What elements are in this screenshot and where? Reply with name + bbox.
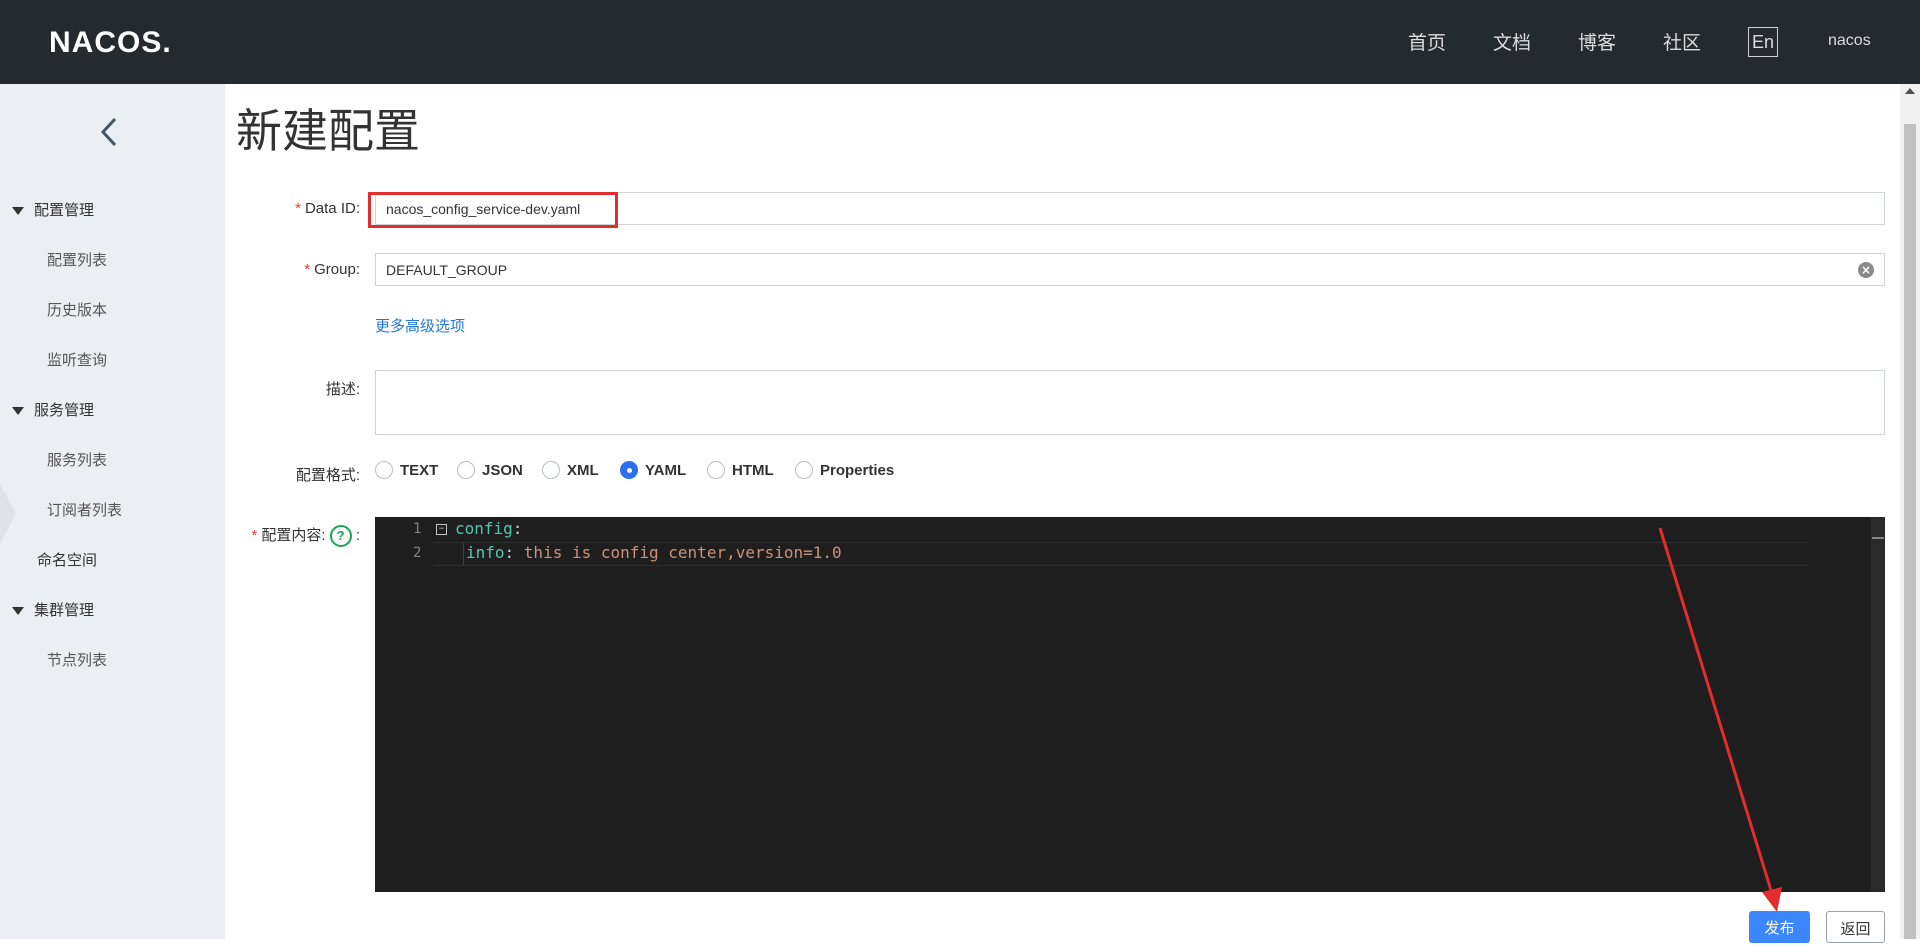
sidebar-item-nodes[interactable]: 节点列表 [47,649,107,670]
sidebar-group-service[interactable]: 服务管理 [12,399,94,420]
sidebar-group-config[interactable]: 配置管理 [12,199,94,220]
format-radio-properties[interactable]: Properties [795,461,894,479]
editor-gutter [375,517,433,892]
nav-community[interactable]: 社区 [1663,28,1701,55]
content-label: * 配置内容: ? : [230,524,360,548]
sidebar-item-listener[interactable]: 监听查询 [47,349,107,370]
minimap-slider[interactable] [1872,537,1884,539]
back-button[interactable]: 返回 [1826,911,1885,943]
radio-circle [542,461,560,479]
nav-docs[interactable]: 文档 [1493,28,1531,55]
fold-toggle-icon[interactable]: − [436,524,447,535]
indent-guide [463,543,464,565]
expand-triangle-icon [12,206,24,215]
editor-minimap[interactable] [1871,517,1885,892]
nav-blog[interactable]: 博客 [1578,28,1616,55]
radio-circle-checked [620,461,638,479]
collapse-back-icon[interactable] [98,116,120,148]
radio-circle [457,461,475,479]
format-label: 配置格式: [295,467,360,484]
format-radio-yaml[interactable]: YAML [620,461,686,479]
line-number: 2 [413,545,422,561]
code-editor[interactable]: 1 2 − config: info: this is config cente… [375,517,1885,892]
nav-home[interactable]: 首页 [1408,28,1446,55]
format-radio-xml[interactable]: XML [542,461,599,479]
sidebar-item-history[interactable]: 历史版本 [47,299,107,320]
radio-circle [795,461,813,479]
sidebar-item-config-list[interactable]: 配置列表 [47,249,107,270]
description-textarea[interactable] [375,370,1885,435]
data-id-highlight [368,192,618,228]
publish-button[interactable]: 发布 [1749,911,1810,943]
group-input[interactable]: DEFAULT_GROUP [375,253,1885,286]
help-icon[interactable]: ? [329,525,352,548]
sidebar-toggle-tab[interactable] [0,484,16,544]
code-line-1: config: [455,519,523,538]
expand-triangle-icon [12,406,24,415]
format-radio-text[interactable]: TEXT [375,461,438,479]
radio-circle [375,461,393,479]
format-radio-json[interactable]: JSON [457,461,523,479]
format-radio-html[interactable]: HTML [707,461,774,479]
description-label: 描述: [325,381,360,398]
code-line-2: info: this is config center,version=1.0 [466,543,842,562]
page-title: 新建配置 [236,104,420,158]
group-label: * Group: [304,261,360,278]
advanced-options-link[interactable]: 更多高级选项 [375,315,465,336]
user-name[interactable]: nacos [1828,32,1871,50]
radio-circle [707,461,725,479]
line-number: 1 [413,521,422,537]
nacos-logo[interactable]: NACOS. [49,26,172,60]
sidebar-item-subscribers[interactable]: 订阅者列表 [47,499,122,520]
data-id-label: * Data ID: [295,200,360,217]
editor-current-line [433,517,1808,543]
sidebar-item-namespace[interactable]: 命名空间 [37,549,97,570]
sidebar-item-service-list[interactable]: 服务列表 [47,449,107,470]
sidebar-group-cluster[interactable]: 集群管理 [12,599,94,620]
top-header: NACOS. 首页 文档 博客 社区 En nacos [0,0,1920,84]
clear-icon[interactable]: × [1858,262,1874,278]
language-switch[interactable]: En [1748,27,1778,57]
scroll-up-arrow-icon[interactable] [1905,88,1915,94]
expand-triangle-icon [12,606,24,615]
scrollbar-thumb[interactable] [1904,124,1916,939]
